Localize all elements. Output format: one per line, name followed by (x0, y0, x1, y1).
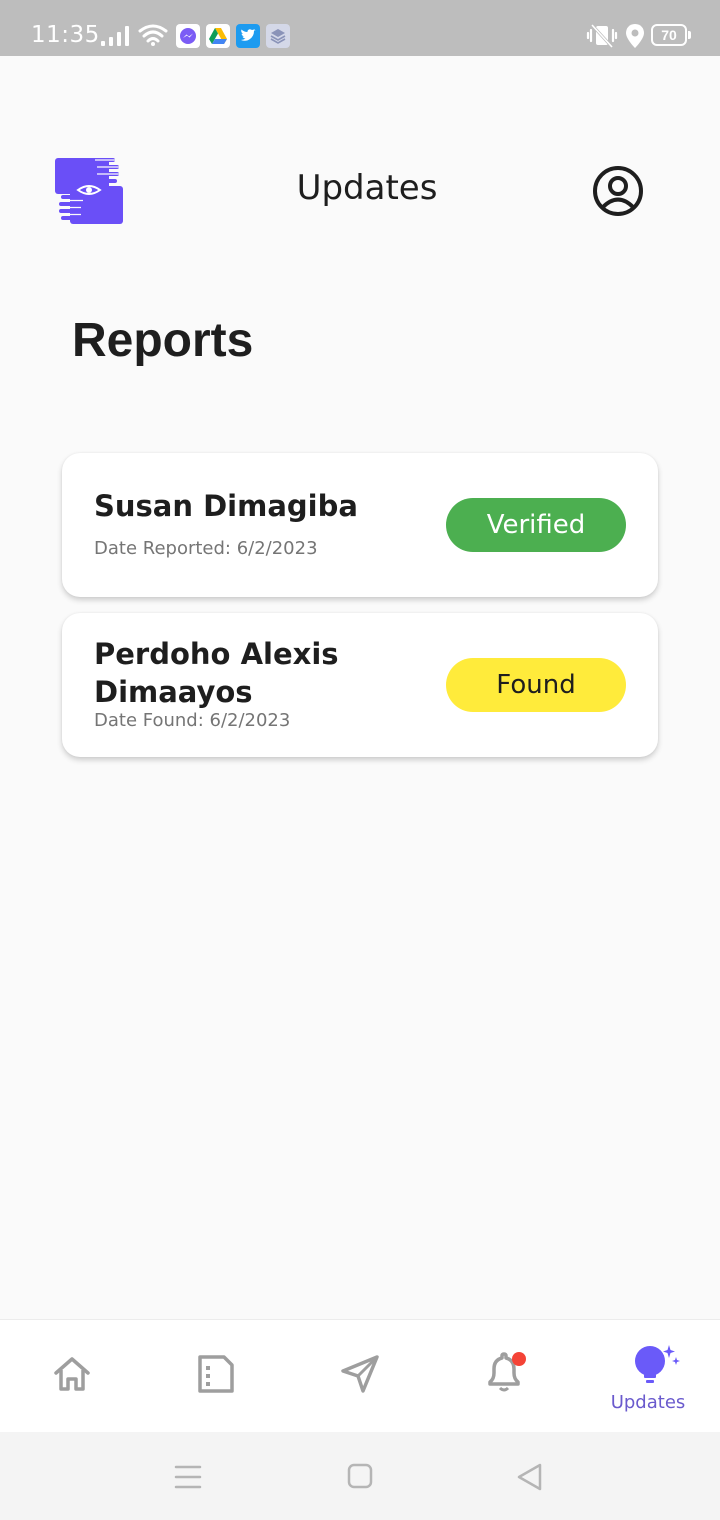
report-card[interactable]: Perdoho Alexis Dimaayos Date Found: 6/2/… (62, 613, 658, 757)
nav-item-home[interactable] (0, 1320, 144, 1433)
report-name-line-2: Dimaayos (94, 675, 253, 709)
layers-icon (266, 24, 290, 48)
twitter-icon (236, 24, 260, 48)
home-square-icon[interactable] (346, 1462, 374, 1490)
wifi-icon (138, 24, 168, 46)
signal-icon (101, 26, 129, 46)
bottom-navigation: Updates (0, 1319, 720, 1432)
send-icon (341, 1355, 379, 1393)
battery-tip (688, 31, 691, 39)
section-title: Reports (72, 314, 254, 367)
vibrate-icon (586, 23, 618, 49)
nav-item-updates[interactable]: Updates (576, 1320, 720, 1433)
system-navigation-bar (0, 1432, 720, 1520)
nav-item-reports[interactable] (144, 1320, 288, 1433)
home-icon (54, 1357, 90, 1391)
location-icon (626, 24, 644, 48)
lightbulb-sparkle-icon (635, 1345, 680, 1383)
nav-item-send[interactable] (288, 1320, 432, 1433)
status-badge[interactable]: Verified (446, 498, 626, 552)
report-date: Date Found: 6/2/2023 (94, 710, 291, 731)
user-circle-icon[interactable] (592, 165, 644, 217)
document-icon (198, 1355, 234, 1393)
status-bar: 11:35 70 (0, 0, 720, 56)
google-drive-icon (206, 24, 230, 48)
notification-dot (512, 1352, 526, 1366)
nav-item-notifications[interactable] (432, 1320, 576, 1433)
menu-icon[interactable] (174, 1464, 202, 1490)
status-time: 11:35 (31, 22, 100, 48)
report-name-line-1: Perdoho Alexis (94, 637, 339, 671)
nav-label-updates: Updates (610, 1392, 686, 1413)
report-date: Date Reported: 6/2/2023 (94, 538, 318, 559)
back-triangle-icon[interactable] (515, 1462, 545, 1492)
report-card[interactable]: Susan Dimagiba Date Reported: 6/2/2023 V… (62, 453, 658, 597)
status-badge[interactable]: Found (446, 658, 626, 712)
battery-icon: 70 (651, 24, 687, 46)
messenger-icon (176, 24, 200, 48)
bell-icon (488, 1352, 526, 1392)
report-name: Susan Dimagiba (94, 489, 358, 523)
